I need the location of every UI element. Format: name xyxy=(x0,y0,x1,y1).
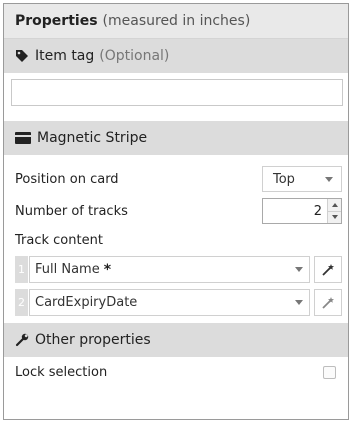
position-label: Position on card xyxy=(15,171,119,187)
chevron-down-icon xyxy=(295,300,303,305)
track-1-magic-wand-button[interactable] xyxy=(314,256,342,283)
wrench-icon xyxy=(15,333,29,347)
track-1-select[interactable]: Full Name * xyxy=(29,256,310,283)
position-row: Position on card Top xyxy=(4,163,348,195)
tracks-stepper-buttons xyxy=(327,199,341,223)
track-2-value: CardExpiryDate xyxy=(35,295,138,310)
required-star: * xyxy=(103,261,112,278)
lock-row: Lock selection xyxy=(4,357,348,387)
magic-wand-icon xyxy=(322,263,334,276)
stepper-up-button[interactable] xyxy=(328,199,341,211)
magic-wand-icon xyxy=(322,296,334,309)
item-tag-input-wrap xyxy=(4,73,348,113)
chevron-down-icon xyxy=(325,176,333,182)
track-row-1: 1 Full Name * xyxy=(4,253,348,286)
panel-title: Properties xyxy=(15,13,98,29)
arrow-up-icon xyxy=(331,202,338,207)
other-properties-section: Other properties xyxy=(4,323,348,357)
tracks-stepper[interactable]: 2 xyxy=(262,198,342,224)
item-tag-label: Item tag xyxy=(35,48,95,64)
properties-panel: Properties (measured in inches) Item tag… xyxy=(3,3,349,420)
track-number: 1 xyxy=(15,256,28,283)
item-tag-section: Item tag (Optional) xyxy=(4,39,348,73)
track-2-magic-wand-button[interactable] xyxy=(314,289,342,316)
tag-icon xyxy=(15,49,29,63)
arrow-down-icon xyxy=(331,215,338,220)
chevron-down-icon xyxy=(295,267,303,272)
position-value: Top xyxy=(273,171,295,187)
magnetic-stripe-section: Magnetic Stripe xyxy=(4,121,348,155)
other-properties-label: Other properties xyxy=(35,332,151,348)
lock-label: Lock selection xyxy=(15,364,108,380)
position-select[interactable]: Top xyxy=(262,166,342,192)
track-number: 2 xyxy=(15,289,28,316)
panel-subtitle: (measured in inches) xyxy=(102,13,251,29)
lock-checkbox[interactable] xyxy=(323,365,336,379)
item-tag-hint: (Optional) xyxy=(99,48,170,64)
track-1-value: Full Name xyxy=(35,262,100,277)
track-2-select[interactable]: CardExpiryDate xyxy=(29,289,310,316)
magnetic-stripe-label: Magnetic Stripe xyxy=(37,130,148,146)
tracks-value[interactable]: 2 xyxy=(263,199,327,223)
tracks-label: Number of tracks xyxy=(15,203,128,219)
tracks-row: Number of tracks 2 xyxy=(4,195,348,227)
track-content-label: Track content xyxy=(15,232,103,248)
panel-header: Properties (measured in inches) xyxy=(4,4,348,39)
track-row-2: 2 CardExpiryDate xyxy=(4,286,348,319)
card-icon xyxy=(15,132,31,144)
item-tag-input[interactable] xyxy=(11,79,343,106)
stepper-down-button[interactable] xyxy=(328,210,341,223)
